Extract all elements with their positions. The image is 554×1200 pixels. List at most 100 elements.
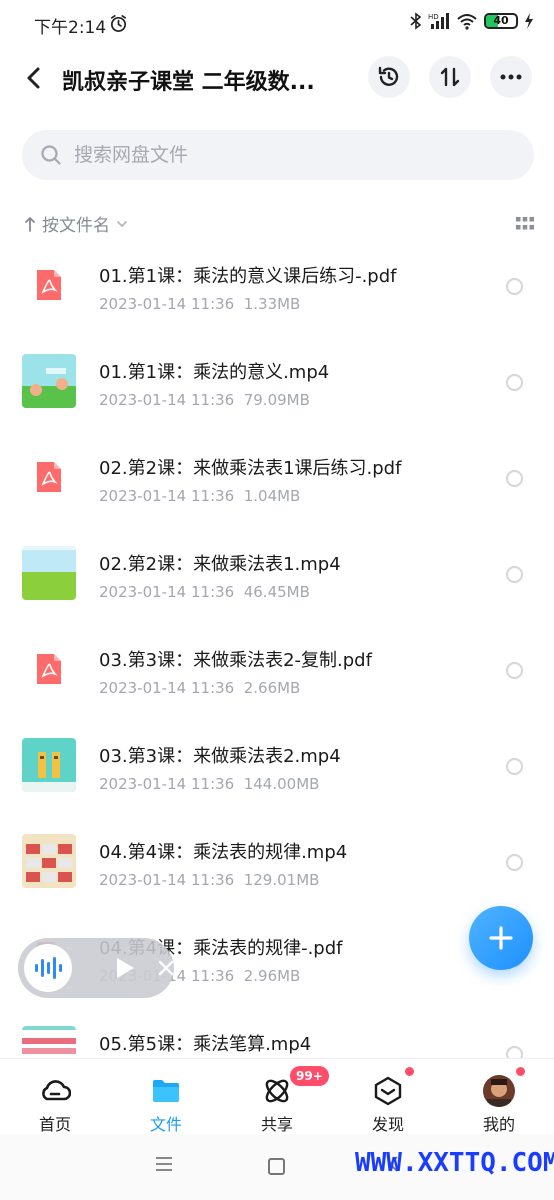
file-size: 1.33MB <box>243 295 301 313</box>
select-radio[interactable] <box>506 662 523 679</box>
file-size: 2.66MB <box>243 679 301 697</box>
more-button[interactable] <box>490 56 532 98</box>
home-cloud-icon <box>42 1080 71 1101</box>
back-button[interactable] <box>18 62 50 94</box>
video-thumbnail <box>22 738 76 792</box>
pdf-file-icon <box>22 642 76 696</box>
share-atom-icon <box>265 1079 289 1103</box>
sort-arrow-icon <box>25 216 35 232</box>
network-label: HD <box>428 13 439 21</box>
file-date: 2023-01-14 11:36 <box>99 487 235 505</box>
file-size: 144.00MB <box>243 775 320 793</box>
battery-level: 40 <box>493 14 509 27</box>
select-radio[interactable] <box>506 374 523 391</box>
tab-label: 发现 <box>371 1115 404 1134</box>
select-radio[interactable] <box>506 470 523 487</box>
search-bar[interactable] <box>22 130 534 180</box>
file-size: 129.01MB <box>243 871 320 889</box>
tab-discover[interactable]: 发现 <box>333 1059 443 1135</box>
tab-share[interactable]: 99+ 共享 <box>222 1059 332 1135</box>
tab-label: 我的 <box>482 1115 515 1134</box>
file-row[interactable]: 04.第4课：乘法表的规律.mp4 2023-01-14 11:36 129.0… <box>0 816 554 912</box>
bottom-tab-bar: 首页 文件 99+ 共享 发现 我的 <box>0 1058 554 1134</box>
file-meta: 2023-01-14 11:36 144.00MB <box>99 775 319 793</box>
file-name: 01.第1课：乘法的意义.mp4 <box>99 362 330 383</box>
menu-icon[interactable] <box>155 1156 173 1172</box>
file-meta: 2023-01-14 11:36 46.45MB <box>99 583 310 601</box>
notification-dot <box>516 1067 525 1076</box>
home-nav-icon[interactable] <box>268 1158 285 1175</box>
pdf-file-icon <box>22 450 76 504</box>
history-icon <box>378 66 399 86</box>
file-row[interactable]: 03.第3课：来做乘法表2.mp4 2023-01-14 11:36 144.0… <box>0 720 554 816</box>
file-name: 02.第2课：来做乘法表1课后练习.pdf <box>99 458 402 479</box>
file-meta: 2023-01-14 11:36 1.33MB <box>99 295 300 313</box>
file-name: 03.第3课：来做乘法表2-复制.pdf <box>99 650 372 671</box>
add-button[interactable] <box>469 906 533 970</box>
file-date: 2023-01-14 11:36 <box>99 295 235 313</box>
select-radio[interactable] <box>506 278 523 295</box>
file-date: 2023-01-14 11:36 <box>99 871 235 889</box>
more-icon <box>500 74 522 80</box>
tab-files[interactable]: 文件 <box>111 1059 221 1135</box>
watermark: WWW.XXTTQ.COM <box>355 1148 554 1178</box>
tab-label: 文件 <box>149 1115 182 1134</box>
history-button[interactable] <box>368 56 410 98</box>
file-row[interactable]: 02.第2课：来做乘法表1.mp4 2023-01-14 11:36 46.45… <box>0 528 554 624</box>
select-radio[interactable] <box>506 566 523 583</box>
file-name: 05.第5课：乘法笔算.mp4 <box>99 1034 312 1055</box>
file-meta: 2023-01-14 11:36 129.01MB <box>99 871 319 889</box>
select-radio[interactable] <box>506 758 523 775</box>
system-nav-bar: WWW.XXTTQ.COM <box>0 1134 554 1200</box>
battery-indicator: 40 <box>484 13 518 29</box>
file-size: 2.96MB <box>243 967 301 985</box>
status-bar: 下午2:14 HD 40 <box>0 0 554 48</box>
file-meta: 2023-01-14 11:36 2.66MB <box>99 679 300 697</box>
chevron-down-icon <box>117 220 127 227</box>
grid-view-icon[interactable] <box>516 216 534 232</box>
transfer-button[interactable] <box>429 56 471 98</box>
tab-home[interactable]: 首页 <box>0 1059 110 1135</box>
discover-box-icon <box>374 1076 402 1106</box>
avatar-icon <box>483 1075 515 1107</box>
file-name: 02.第2课：来做乘法表1.mp4 <box>99 554 341 575</box>
mini-player[interactable] <box>18 938 174 998</box>
file-size: 1.04MB <box>243 487 301 505</box>
video-thumbnail <box>22 834 76 888</box>
search-icon <box>41 145 61 165</box>
file-name: 04.第4课：乘法表的规律.mp4 <box>99 842 348 863</box>
tab-label: 共享 <box>260 1115 293 1134</box>
signal-icon: HD <box>428 13 449 29</box>
play-icon[interactable] <box>114 956 136 980</box>
notification-badge: 99+ <box>290 1066 329 1086</box>
wifi-icon <box>457 14 477 30</box>
bluetooth-icon <box>410 12 422 30</box>
status-time: 下午2:14 <box>34 18 107 38</box>
select-radio[interactable] <box>506 854 523 871</box>
file-date: 2023-01-14 11:36 <box>99 679 235 697</box>
close-icon[interactable] <box>156 958 176 978</box>
file-row[interactable]: 02.第2课：来做乘法表1课后练习.pdf 2023-01-14 11:36 1… <box>0 432 554 528</box>
video-thumbnail <box>22 546 76 600</box>
file-size: 46.45MB <box>243 583 310 601</box>
tab-profile[interactable]: 我的 <box>444 1059 554 1135</box>
sort-label: 按文件名 <box>42 216 110 236</box>
search-input[interactable] <box>74 140 494 170</box>
status-icons: HD 40 <box>410 12 534 30</box>
file-row[interactable]: 05.第5课：乘法笔算.mp4 <box>0 1008 554 1058</box>
plus-icon <box>489 926 513 950</box>
file-date: 2023-01-14 11:36 <box>99 391 235 409</box>
file-date: 2023-01-14 11:36 <box>99 775 235 793</box>
sort-button[interactable]: 按文件名 <box>24 211 128 236</box>
file-row[interactable]: 01.第1课：乘法的意义.mp4 2023-01-14 11:36 79.09M… <box>0 336 554 432</box>
pdf-file-icon <box>22 258 76 312</box>
select-radio[interactable] <box>506 1046 523 1058</box>
file-row[interactable]: 01.第1课：乘法的意义课后练习-.pdf 2023-01-14 11:36 1… <box>0 240 554 336</box>
audio-wave-icon <box>24 944 72 992</box>
file-row[interactable]: 03.第3课：来做乘法表2-复制.pdf 2023-01-14 11:36 2.… <box>0 624 554 720</box>
alarm-icon <box>110 15 127 32</box>
folder-icon <box>153 1080 179 1102</box>
video-thumbnail <box>22 1026 76 1058</box>
file-name: 01.第1课：乘法的意义课后练习-.pdf <box>99 266 397 287</box>
tab-label: 首页 <box>38 1115 71 1134</box>
